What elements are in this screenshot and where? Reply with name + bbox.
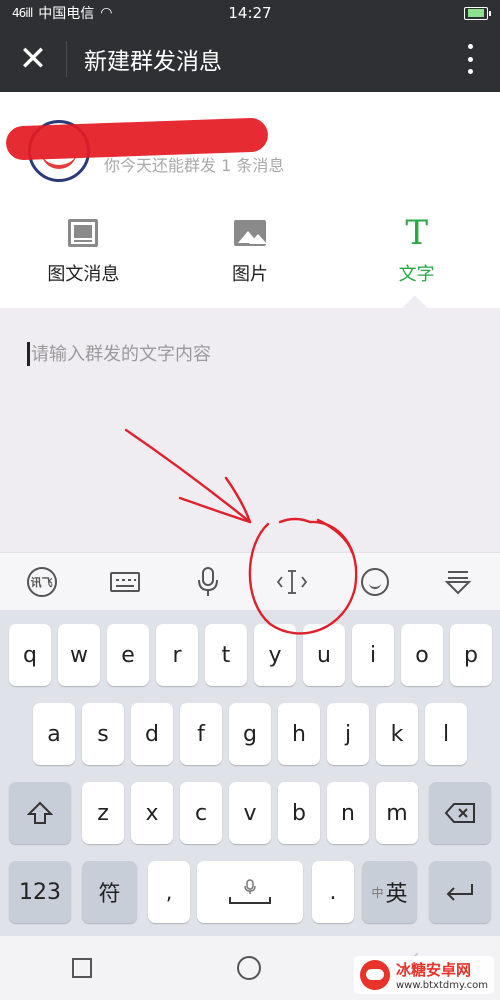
emoji-button[interactable] — [351, 562, 399, 602]
microphone-icon — [244, 879, 256, 894]
ime-logo-button[interactable]: 讯飞 — [18, 562, 66, 602]
watermark-url: www.btxtdmy.com — [395, 980, 488, 991]
cursor-move-button[interactable] — [268, 562, 316, 602]
home-icon[interactable] — [236, 956, 261, 980]
status-left: 46ill 中国电信 ◠ — [12, 3, 113, 23]
key-c[interactable]: c — [180, 782, 222, 844]
ime-toolbar: 讯飞 — [0, 552, 500, 610]
backspace-key[interactable] — [429, 782, 491, 844]
key-f[interactable]: f — [180, 703, 222, 765]
recent-apps-icon[interactable] — [72, 958, 93, 978]
carrier-name: 中国电信 — [38, 6, 95, 22]
enter-key[interactable] — [429, 861, 491, 923]
more-options-icon[interactable] — [458, 40, 482, 78]
language-switch-key[interactable]: 中 英 — [362, 861, 417, 923]
hide-keyboard-icon — [444, 570, 472, 594]
enter-icon — [446, 884, 473, 901]
microphone-icon — [198, 566, 219, 596]
key-g[interactable]: g — [229, 703, 271, 765]
keyboard-icon — [109, 571, 140, 592]
key-u[interactable]: u — [303, 624, 345, 686]
symbol-key[interactable]: 符 — [82, 861, 137, 923]
input-placeholder: 请输入群发的文字内容 — [31, 344, 211, 365]
title-bar: ✕ 新建群发消息 — [0, 26, 500, 92]
key-r[interactable]: r — [156, 624, 198, 686]
tab-label: 图片 — [232, 264, 268, 285]
key-k[interactable]: k — [376, 703, 418, 765]
image-icon — [234, 220, 266, 246]
hide-keyboard-button[interactable] — [434, 562, 482, 602]
watermark-logo-icon — [359, 960, 390, 990]
key-v[interactable]: v — [229, 782, 271, 844]
signal-icon: 46ill — [12, 6, 33, 20]
page-title: 新建群发消息 — [84, 49, 222, 75]
tab-label: 文字 — [398, 264, 435, 285]
key-x[interactable]: x — [131, 782, 173, 844]
key-z[interactable]: z — [82, 782, 124, 844]
key-h[interactable]: h — [278, 703, 320, 765]
key-p[interactable]: p — [450, 624, 492, 686]
watermark: 冰糖安卓网 www.btxtdmy.com — [353, 956, 494, 994]
key-a[interactable]: a — [33, 703, 75, 765]
lang-small-label: 中 — [371, 885, 384, 900]
ime-logo-icon: 讯飞 — [26, 566, 57, 597]
period-key[interactable]: . — [312, 861, 354, 923]
wifi-icon: ◠ — [100, 5, 113, 21]
space-icon — [229, 897, 271, 904]
key-j[interactable]: j — [327, 703, 369, 765]
keyboard-switch-button[interactable] — [101, 562, 149, 602]
text-icon: T — [405, 213, 429, 253]
emoji-icon — [360, 567, 389, 596]
close-icon: ✕ — [18, 39, 48, 79]
key-t[interactable]: t — [205, 624, 247, 686]
key-e[interactable]: e — [107, 624, 149, 686]
key-b[interactable]: b — [278, 782, 320, 844]
message-input[interactable]: 请输入群发的文字内容 — [0, 308, 500, 552]
news-icon — [68, 219, 99, 247]
shift-key[interactable] — [9, 782, 71, 844]
tab-image[interactable]: 图片 — [167, 196, 334, 308]
numeric-key[interactable]: 123 — [9, 861, 71, 923]
message-type-tabs: 图文消息 图片 T 文字 — [0, 196, 500, 308]
key-m[interactable]: m — [376, 782, 418, 844]
text-cursor-icon — [276, 569, 307, 594]
voice-input-button[interactable] — [184, 562, 232, 602]
key-w[interactable]: w — [58, 624, 100, 686]
shift-icon — [27, 801, 53, 824]
space-key[interactable] — [197, 861, 303, 923]
key-n[interactable]: n — [327, 782, 369, 844]
text-cursor — [27, 342, 30, 366]
soft-keyboard: q w e r t y u i o p a s d f g h j k l z … — [0, 610, 500, 936]
key-d[interactable]: d — [131, 703, 173, 765]
key-q[interactable]: q — [9, 624, 51, 686]
battery-icon — [464, 6, 491, 20]
backspace-icon — [444, 803, 475, 823]
key-l[interactable]: l — [425, 703, 467, 765]
comma-key[interactable]: , — [148, 861, 190, 923]
key-s[interactable]: s — [82, 703, 124, 765]
tab-news[interactable]: 图文消息 — [0, 196, 167, 308]
key-y[interactable]: y — [254, 624, 296, 686]
tab-label: 图文消息 — [47, 264, 120, 285]
key-o[interactable]: o — [401, 624, 443, 686]
title-divider — [66, 41, 67, 77]
key-i[interactable]: i — [352, 624, 394, 686]
tab-text[interactable]: T 文字 — [333, 196, 500, 308]
close-button[interactable]: ✕ — [0, 26, 66, 92]
status-bar: 46ill 中国电信 ◠ 14:27 — [0, 0, 500, 26]
watermark-name: 冰糖安卓网 — [395, 961, 471, 979]
lang-label: 英 — [385, 882, 408, 907]
